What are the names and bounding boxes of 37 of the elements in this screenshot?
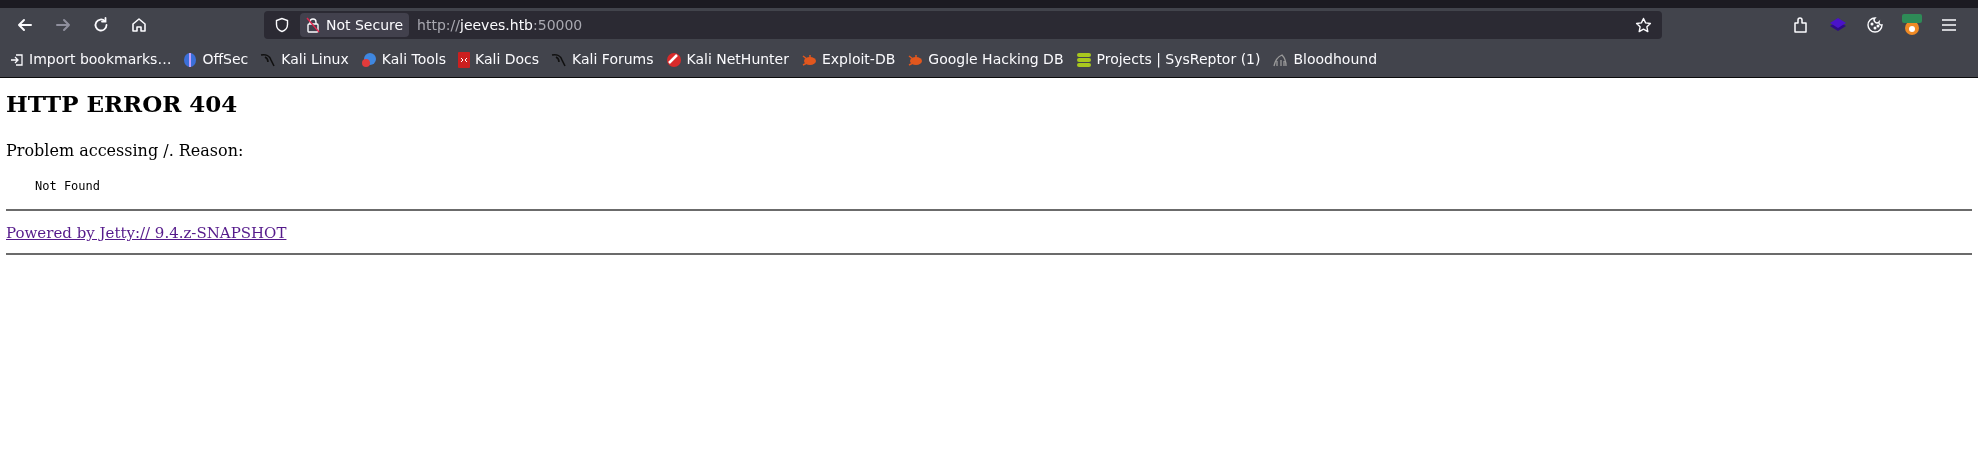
bookmark-item[interactable]: Kali Forums — [549, 49, 656, 70]
bookmark-item[interactable]: Import bookmarks… — [8, 49, 174, 70]
bookmark-item[interactable]: Kali NetHunter — [663, 49, 791, 70]
bookmark-item[interactable]: Kali Tools — [358, 49, 448, 70]
url-text: http://jeeves.htb:50000 — [417, 15, 583, 35]
forward-arrow-icon — [54, 16, 72, 34]
bookmark-item[interactable]: Projects | SysReptor (1) — [1073, 49, 1263, 70]
bookmark-star-icon[interactable] — [1635, 16, 1652, 34]
bookmark-item[interactable]: Kali Linux — [258, 49, 351, 70]
lock-icon — [306, 17, 320, 33]
shield-icon[interactable] — [274, 17, 290, 33]
error-heading: HTTP ERROR 404 — [6, 90, 239, 119]
bookmark-item[interactable]: Kali Docs — [456, 49, 542, 70]
circle-slash-icon — [665, 51, 682, 68]
bug-icon — [801, 52, 817, 67]
home-icon — [130, 16, 148, 34]
stack-icon — [1075, 51, 1092, 68]
globe-icon — [183, 51, 198, 68]
puzzle-icon[interactable] — [1792, 16, 1810, 34]
document-icon — [458, 51, 470, 68]
bookmark-item[interactable]: OffSec — [181, 49, 251, 70]
address-bar[interactable]: Not Secure http://jeeves.htb:50000 — [264, 11, 1662, 39]
security-button[interactable]: Not Secure — [300, 13, 410, 37]
footer-link[interactable]: Powered by Jetty:// 9.4.z-SNAPSHOT — [6, 223, 287, 242]
bug-icon — [907, 52, 924, 67]
reload-icon — [92, 16, 110, 34]
back-arrow-icon — [16, 16, 34, 34]
error-message: Problem accessing /. Reason: — [6, 139, 245, 162]
bookmark-item[interactable]: Bloodhound — [1270, 49, 1380, 70]
import-icon — [10, 52, 24, 67]
bookmark-item[interactable]: Exploit-DB — [799, 49, 898, 70]
dragon-icon — [551, 51, 568, 68]
bookmark-item[interactable]: Google Hacking DB — [905, 49, 1066, 70]
menu-icon[interactable] — [1940, 17, 1958, 33]
cookie-icon[interactable] — [1866, 16, 1884, 34]
dragon-icon — [260, 51, 277, 68]
reason-text: Not Found — [34, 177, 102, 195]
